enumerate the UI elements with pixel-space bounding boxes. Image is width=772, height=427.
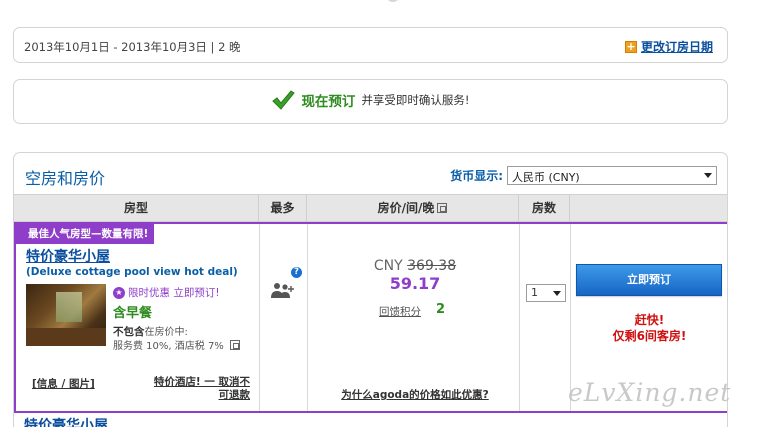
limited-offer: ★ 限时优惠 立即预订! — [113, 285, 220, 300]
room-quantity-select[interactable]: 1 — [526, 284, 566, 302]
currency-value: 人民币 (CNY) — [512, 171, 580, 184]
fees-note: 服务费 10%, 酒店税 7% — [113, 337, 240, 352]
price-cell: CNY 369.38 59.17 回馈积分 2 为什么agoda的价格如此优惠? — [309, 224, 521, 411]
currency-label: 货币显示: — [450, 169, 503, 183]
room-quantity-cell: 1 — [521, 224, 572, 411]
discounted-price: 59.17 — [389, 274, 441, 293]
book-now-button[interactable]: 立即预订 — [576, 264, 722, 296]
scarcity-message: 赶快! 仅剩6间客房! — [572, 312, 727, 344]
header-book — [570, 195, 727, 221]
hurry-text: 赶快! — [634, 313, 665, 327]
next-room-name-link[interactable]: 特价豪华小屋 — [24, 415, 108, 427]
top-decoration — [386, 0, 400, 2]
chevron-down-icon — [704, 173, 712, 178]
special-rate-line1[interactable]: 特价酒店! 一 取消不 — [154, 376, 250, 388]
currency-selector: 货币显示: 人民币 (CNY) — [450, 166, 717, 185]
book-now-text: 现在预订 — [301, 94, 356, 110]
reward-points-link[interactable]: 回馈积分 — [379, 304, 421, 319]
fees-text: 服务费 10%, 酒店税 7% — [113, 341, 224, 352]
currency-code: CNY — [373, 258, 403, 274]
instant-confirm-text: 并享受即时确认服务! — [361, 93, 470, 107]
room-quantity-value: 1 — [531, 286, 538, 299]
rooms-title: 空房和房价 — [25, 169, 106, 188]
people-icon — [271, 282, 295, 303]
popout-icon[interactable] — [230, 340, 240, 350]
reward-points-value: 2 — [436, 302, 446, 317]
currency-select[interactable]: 人民币 (CNY) — [507, 166, 717, 185]
room-name-english: (Deluxe cottage pool view hot deal) — [26, 266, 238, 278]
star-icon: ★ — [113, 286, 125, 299]
change-dates-link[interactable]: + 更改订房日期 — [624, 38, 713, 55]
instant-confirm-bar: 现在预订 并享受即时确认服务! — [13, 79, 728, 124]
special-rate-note: 特价酒店! 一 取消不 可退款 — [128, 376, 250, 402]
room-name-link[interactable]: 特价豪华小屋 — [26, 246, 110, 266]
popular-room-badge: 最佳人气房型—数量有限! — [16, 224, 155, 244]
header-price-label: 房价/间/晚 — [377, 201, 435, 215]
stay-dates: 2013年10月1日 - 2013年10月3日 | 2 晚 — [24, 40, 241, 54]
header-room-type: 房型 — [14, 195, 259, 221]
checkmark-icon — [271, 89, 296, 111]
why-cheap-link[interactable]: 为什么agoda的价格如此优惠? — [309, 387, 521, 402]
limited-offer-text: 限时优惠 立即预订! — [128, 287, 220, 299]
popout-icon[interactable] — [437, 202, 448, 213]
max-occupancy-cell: ? — [261, 224, 309, 411]
help-icon[interactable]: ? — [291, 267, 302, 278]
rooms-table-header: 房型 最多 房价/间/晚 房数 — [14, 194, 727, 222]
chevron-down-icon — [553, 291, 561, 296]
special-rate-line2[interactable]: 可退款 — [219, 389, 251, 401]
info-photos-link[interactable]: [信息 / 图片] — [32, 376, 95, 391]
header-price: 房价/间/晚 — [307, 195, 519, 221]
room-photo[interactable] — [26, 284, 106, 346]
plus-icon: + — [624, 39, 637, 53]
original-price: CNY 369.38 — [309, 258, 521, 274]
header-rooms: 房数 — [519, 195, 570, 221]
date-bar: 2013年10月1日 - 2013年10月3日 | 2 晚 + 更改订房日期 — [13, 27, 728, 63]
original-price-value: 369.38 — [407, 258, 457, 274]
header-max: 最多 — [259, 195, 307, 221]
change-dates-label[interactable]: 更改订房日期 — [641, 38, 713, 55]
breakfast-included: 含早餐 — [113, 306, 153, 321]
column-divider — [259, 224, 260, 411]
rooms-left-text: 仅剩6间客房! — [612, 329, 687, 343]
watermark: eLvXing.net — [568, 378, 732, 407]
